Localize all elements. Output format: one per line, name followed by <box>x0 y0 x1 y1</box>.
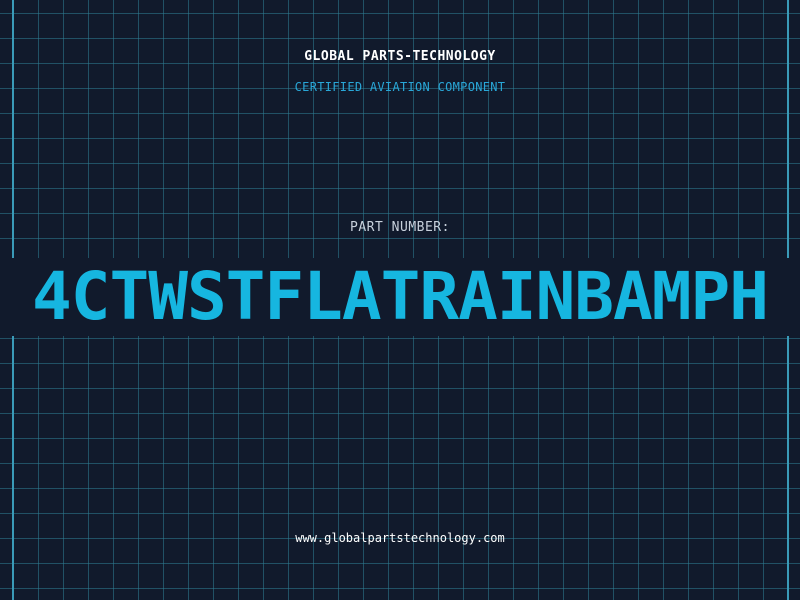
website-url: www.globalpartstechnology.com <box>295 531 505 545</box>
certification-tagline: CERTIFIED AVIATION COMPONENT <box>294 80 506 94</box>
part-number-value: 4CTWSTFLATRAINBAMPH <box>32 258 769 335</box>
part-number-label: PART NUMBER: <box>350 220 450 235</box>
part-number-band: 4CTWSTFLATRAINBAMPH <box>0 258 800 336</box>
company-name: GLOBAL PARTS-TECHNOLOGY <box>304 49 496 64</box>
